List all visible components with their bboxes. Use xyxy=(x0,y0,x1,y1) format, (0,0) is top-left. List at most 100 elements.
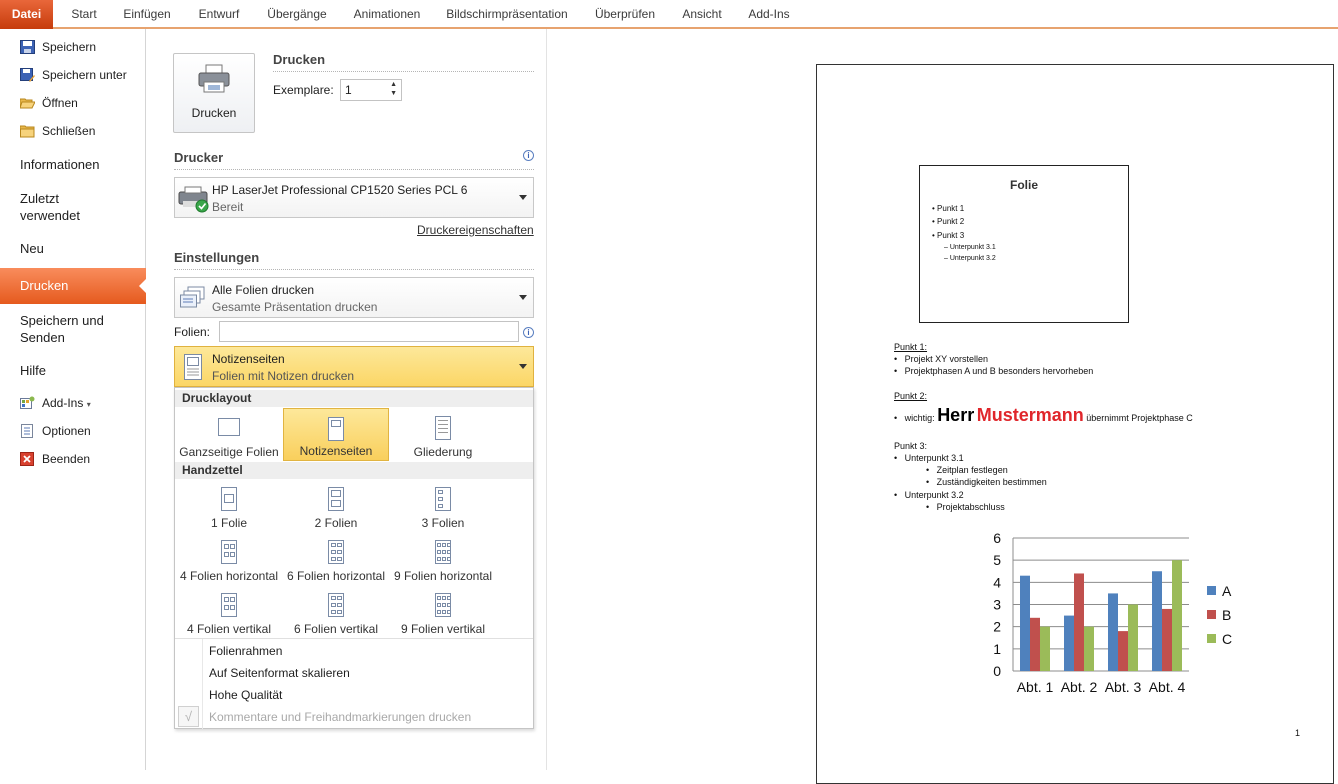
x-tick-label: Abt. 4 xyxy=(1149,679,1186,695)
menu-slide-frame[interactable]: Folienrahmen xyxy=(209,644,282,658)
slide-sub-bullet: – Unterpunkt 3.2 xyxy=(944,255,996,262)
handout-1-slide[interactable]: 1 Folie xyxy=(176,479,282,532)
printer-select[interactable]: HP LaserJet Professional CP1520 Series P… xyxy=(174,177,534,218)
tab-ansicht[interactable]: Ansicht xyxy=(676,0,728,29)
tab-einfuegen[interactable]: Einfügen xyxy=(117,0,177,29)
layout-notes-pages[interactable]: Notizenseiten xyxy=(283,408,389,461)
y-tick-label: 1 xyxy=(993,641,1001,657)
handout-9v-icon xyxy=(435,593,451,617)
nav-help[interactable]: Hilfe xyxy=(20,362,46,379)
dropdown-arrow-icon xyxy=(519,364,527,369)
notes-sub-item: • Zeitplan festlegen xyxy=(926,465,1008,475)
handout-1-icon xyxy=(221,487,237,511)
handout-6h-icon xyxy=(328,540,344,564)
slides-label: Folien: xyxy=(174,325,211,339)
info-icon[interactable]: i xyxy=(523,150,534,161)
nav-print[interactable]: Drucken xyxy=(0,268,147,304)
bar-C-3 xyxy=(1128,604,1138,671)
bar-B-1 xyxy=(1030,617,1040,671)
bar-B-2 xyxy=(1074,573,1084,671)
slides-input[interactable] xyxy=(219,321,519,342)
printer-name: HP LaserJet Professional CP1520 Series P… xyxy=(212,183,468,197)
handout-6v-icon xyxy=(328,593,344,617)
printer-properties-link[interactable]: Druckereigenschaften xyxy=(417,223,534,237)
notes-page-icon xyxy=(328,417,344,441)
folder-open-icon xyxy=(20,98,35,109)
nav-recent[interactable]: Zuletzt verwendet xyxy=(20,190,80,224)
y-tick-label: 3 xyxy=(993,597,1001,613)
print-layout-header: Drucklayout xyxy=(175,390,533,407)
notes-item: • Projekt XY vorstellen xyxy=(894,354,989,364)
tab-uebergaenge[interactable]: Übergänge xyxy=(262,0,332,29)
spin-up-icon[interactable]: ▲ xyxy=(390,81,397,88)
nav-new[interactable]: Neu xyxy=(20,240,44,257)
x-tick-label: Abt. 3 xyxy=(1105,679,1142,695)
notes-page-icon xyxy=(184,354,202,380)
y-tick-label: 6 xyxy=(993,530,1001,546)
bar-A-1 xyxy=(1020,575,1030,671)
print-layout-sub: Folien mit Notizen drucken xyxy=(212,369,355,383)
handout-9-vertical[interactable]: 9 Folien vertikal xyxy=(390,585,496,638)
menu-print-comments[interactable]: Kommentare und Freihandmarkierungen druc… xyxy=(209,710,471,724)
nav-addins-label: Add-Ins xyxy=(42,396,84,410)
handout-6-vertical[interactable]: 6 Folien vertikal xyxy=(283,585,389,638)
handout-9h-icon xyxy=(435,540,451,564)
handout-3-icon xyxy=(435,487,451,511)
menu-high-quality[interactable]: Hohe Qualität xyxy=(209,688,282,702)
y-tick-label: 0 xyxy=(993,663,1001,679)
bar-A-2 xyxy=(1064,615,1074,671)
print-range-title: Alle Folien drucken xyxy=(212,283,315,297)
handout-9-horizontal[interactable]: 9 Folien horizontal xyxy=(390,532,496,585)
notes-item-important: • wichtig: Herr Mustermann übernimmt Pro… xyxy=(894,405,1193,425)
print-button[interactable]: Drucken xyxy=(173,53,255,133)
legend-swatch xyxy=(1207,610,1216,619)
tab-add-ins[interactable]: Add-Ins xyxy=(742,0,796,29)
dropdown-arrow-icon xyxy=(519,295,527,300)
legend-swatch xyxy=(1207,634,1216,643)
tab-animationen[interactable]: Animationen xyxy=(346,0,428,29)
y-tick-label: 5 xyxy=(993,552,1001,568)
options-icon xyxy=(21,424,33,438)
dropdown-arrow-icon xyxy=(519,195,527,200)
handouts-header: Handzettel xyxy=(175,462,533,479)
slide-title: Folie xyxy=(1009,178,1038,192)
handout-2-slides[interactable]: 2 Folien xyxy=(283,479,389,532)
handout-3-slides[interactable]: 3 Folien xyxy=(390,479,496,532)
layout-full-page-slides[interactable]: Ganzseitige Folien xyxy=(176,408,282,461)
bar-B-4 xyxy=(1162,608,1172,671)
layout-outline[interactable]: Gliederung xyxy=(390,408,496,461)
handout-6-horizontal[interactable]: 6 Folien horizontal xyxy=(283,532,389,585)
tab-ueberpruefen[interactable]: Überprüfen xyxy=(587,0,663,29)
tab-start[interactable]: Start xyxy=(62,0,106,29)
save-as-icon xyxy=(20,68,35,82)
handout-4-horizontal[interactable]: 4 Folien horizontal xyxy=(176,532,282,585)
print-range-select[interactable]: Alle Folien drucken Gesamte Präsentation… xyxy=(174,277,534,318)
info-icon[interactable]: i xyxy=(523,327,534,338)
tab-bildschirmpraesentation[interactable]: Bildschirmpräsentation xyxy=(441,0,573,29)
handout-4v-icon xyxy=(221,593,237,617)
x-tick-label: Abt. 1 xyxy=(1017,679,1054,695)
print-preview-page: Folie • Punkt 1 • Punkt 2 • Punkt 3 – Un… xyxy=(816,64,1334,784)
slide-sub-bullet: – Unterpunkt 3.1 xyxy=(944,244,996,251)
spin-down-icon[interactable]: ▼ xyxy=(390,90,397,97)
handout-4-vertical[interactable]: 4 Folien vertikal xyxy=(176,585,282,638)
print-layout-select[interactable]: Notizenseiten Folien mit Notizen drucken xyxy=(174,346,534,387)
nav-save-send[interactable]: Speichern und Senden xyxy=(20,312,104,346)
slide-bullet: • Punkt 1 xyxy=(932,204,965,213)
legend-label: A xyxy=(1222,583,1232,599)
all-slides-icon xyxy=(180,286,205,308)
backstage-nav: Speichern Speichern unter Öffnen Schließ… xyxy=(0,29,147,770)
copies-spinner[interactable]: 1 ▲ ▼ xyxy=(340,79,402,101)
bar-chart: 0 1 2 3 4 5 6 Abt. 1 Abt. 2 Abt. 3 Abt. 4 ABC xyxy=(993,530,1232,695)
tab-entwurf[interactable]: Entwurf xyxy=(191,0,247,29)
legend-swatch xyxy=(1207,586,1216,595)
menu-scale-to-page[interactable]: Auf Seitenformat skalieren xyxy=(209,666,350,680)
exit-icon xyxy=(20,452,34,466)
nav-info[interactable]: Informationen xyxy=(20,156,100,173)
full-page-slide-icon xyxy=(218,418,240,436)
notes-item: • Projektphasen A und B besonders hervor… xyxy=(894,366,1094,376)
divider xyxy=(202,639,203,729)
tab-datei[interactable]: Datei xyxy=(0,0,53,29)
bar-C-2 xyxy=(1084,626,1094,671)
divider xyxy=(174,269,534,270)
